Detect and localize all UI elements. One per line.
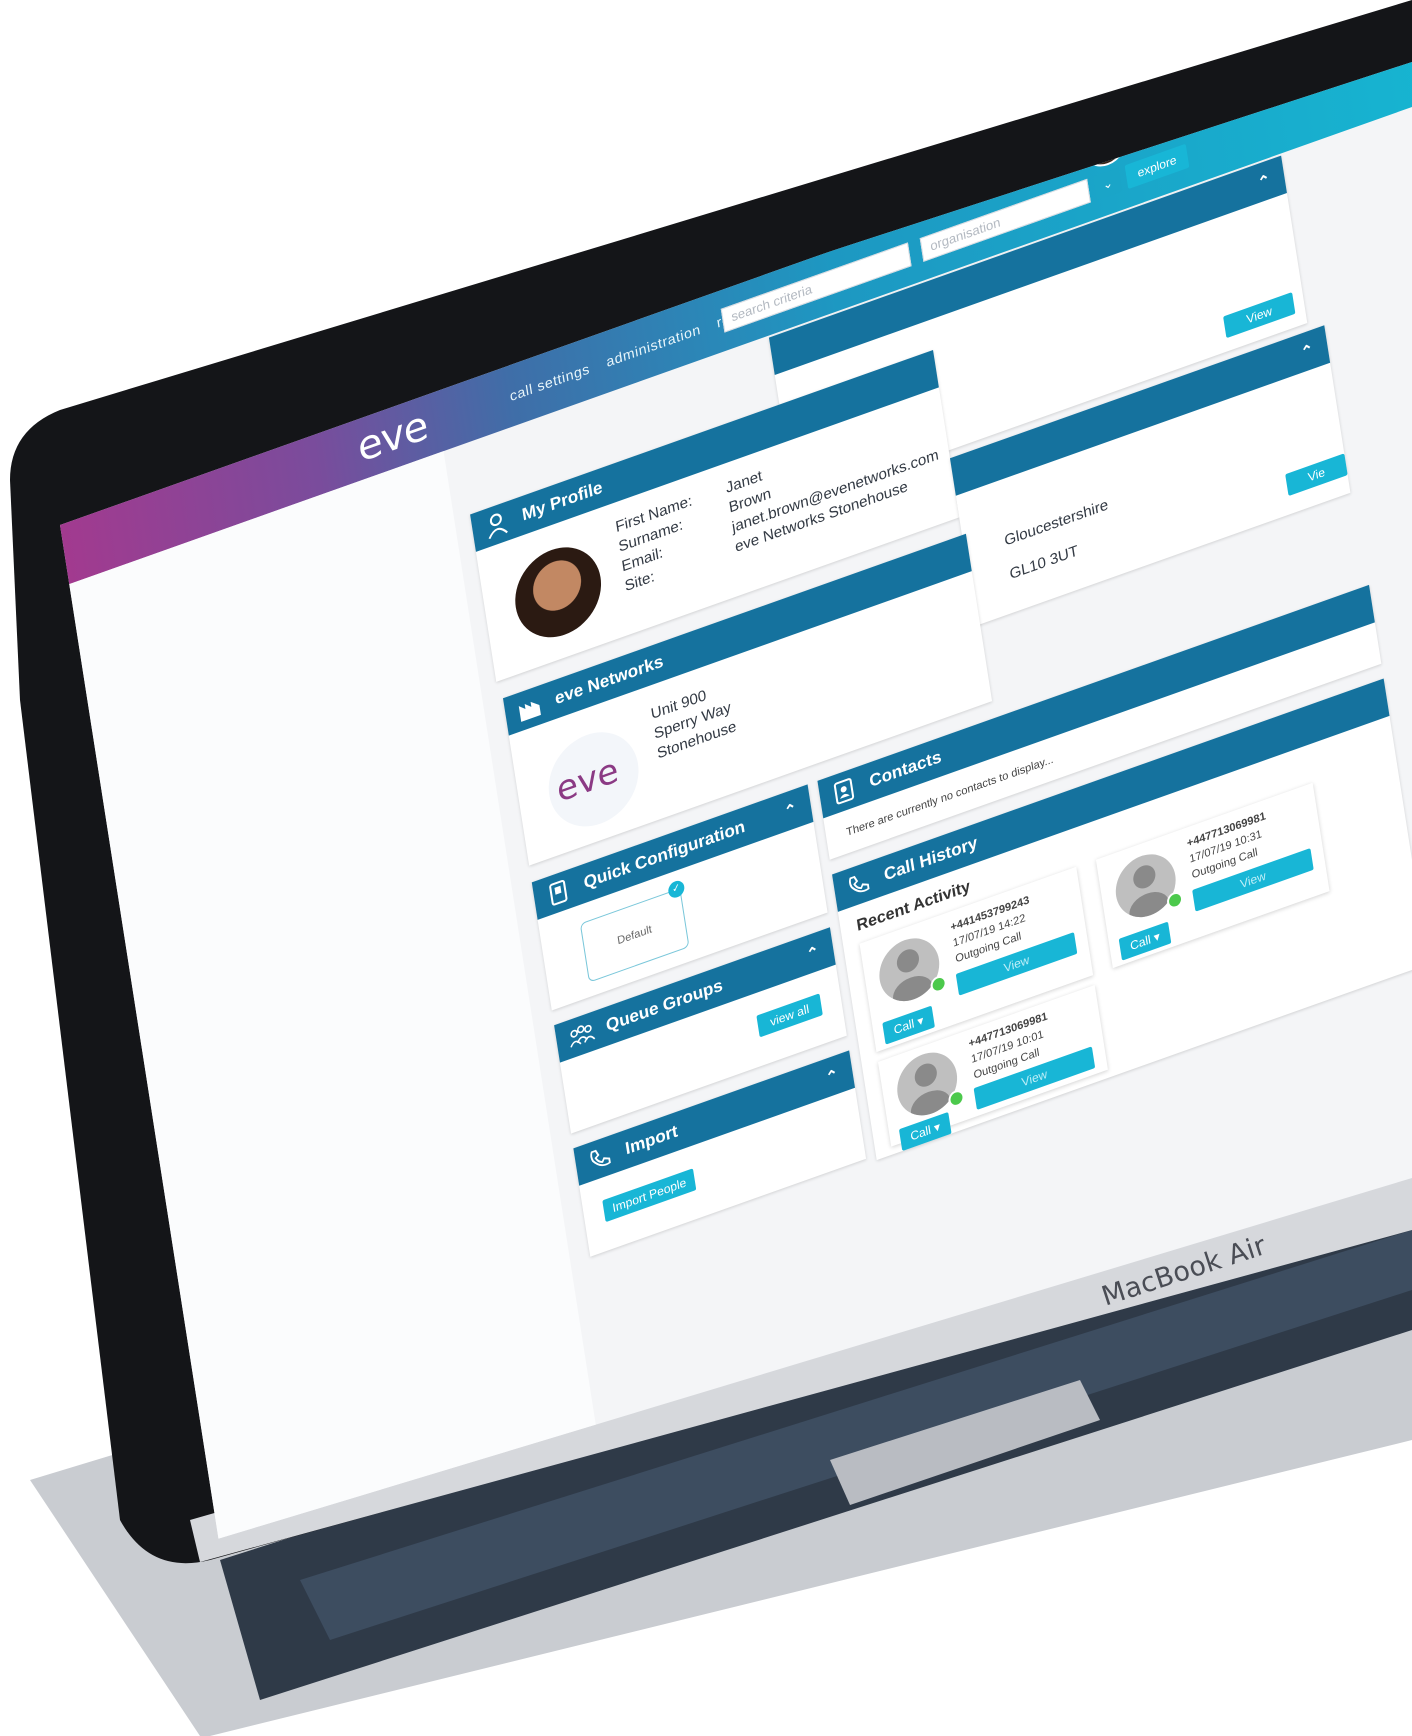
contacts-title: Contacts [868, 746, 943, 792]
county-value: Gloucestershire [1003, 496, 1110, 550]
nav-call-settings[interactable]: call settings [509, 360, 591, 404]
explore-button[interactable]: explore [1124, 143, 1190, 190]
default-config-card[interactable]: Default [579, 887, 690, 983]
call-card: +447713069981 17/07/19 10:31 Outgoing Ca… [1095, 782, 1330, 969]
call-history-title: Call History [882, 832, 979, 885]
chevron-up-icon[interactable]: ⌃ [1300, 340, 1315, 362]
chevron-down-icon[interactable]: ⌄ [1130, 118, 1144, 139]
site-logo: eve [553, 749, 622, 812]
site-logo-badge: eve [542, 719, 645, 840]
view-all-button[interactable]: view all [756, 993, 823, 1038]
app-window: eve call settings administration reporti… [60, 62, 1412, 1540]
group-icon [567, 1020, 596, 1052]
import-people-button[interactable]: Import People [602, 1168, 697, 1223]
phone-call-icon [845, 869, 872, 901]
contact-avatar [1111, 845, 1180, 926]
nav-administration[interactable]: administration [605, 321, 702, 370]
phone-device-icon [545, 877, 572, 909]
view-button[interactable]: Vie [1285, 453, 1348, 497]
chevron-up-icon[interactable]: ⌃ [1256, 170, 1272, 192]
factory-icon [516, 693, 543, 725]
view-button[interactable]: View [1223, 292, 1296, 339]
organisation-dropdown-button[interactable]: ⌄ [1093, 167, 1123, 201]
chevron-up-icon[interactable]: ⌃ [805, 942, 820, 964]
laptop-screen: eve call settings administration reporti… [48, 62, 1412, 1540]
contact-avatar [875, 929, 944, 1010]
call-button[interactable]: Call ▾ [882, 1005, 935, 1045]
contact-book-icon [830, 775, 857, 807]
call-button[interactable]: Call ▾ [1118, 921, 1172, 961]
import-title: Import [623, 1121, 680, 1159]
call-button[interactable]: Call ▾ [898, 1111, 952, 1152]
user-icon [483, 509, 510, 541]
postcode-value: GL10 3UT [1008, 542, 1080, 584]
chevron-up-icon[interactable]: ⌃ [825, 1065, 840, 1087]
contact-avatar [893, 1043, 962, 1125]
chevron-up-icon[interactable]: ⌃ [783, 799, 798, 821]
profile-photo [509, 534, 608, 650]
user-avatar[interactable] [1079, 114, 1130, 173]
phone-call-icon [586, 1143, 613, 1175]
my-profile-title: My Profile [520, 477, 604, 525]
site-title: eve Networks [553, 651, 665, 709]
